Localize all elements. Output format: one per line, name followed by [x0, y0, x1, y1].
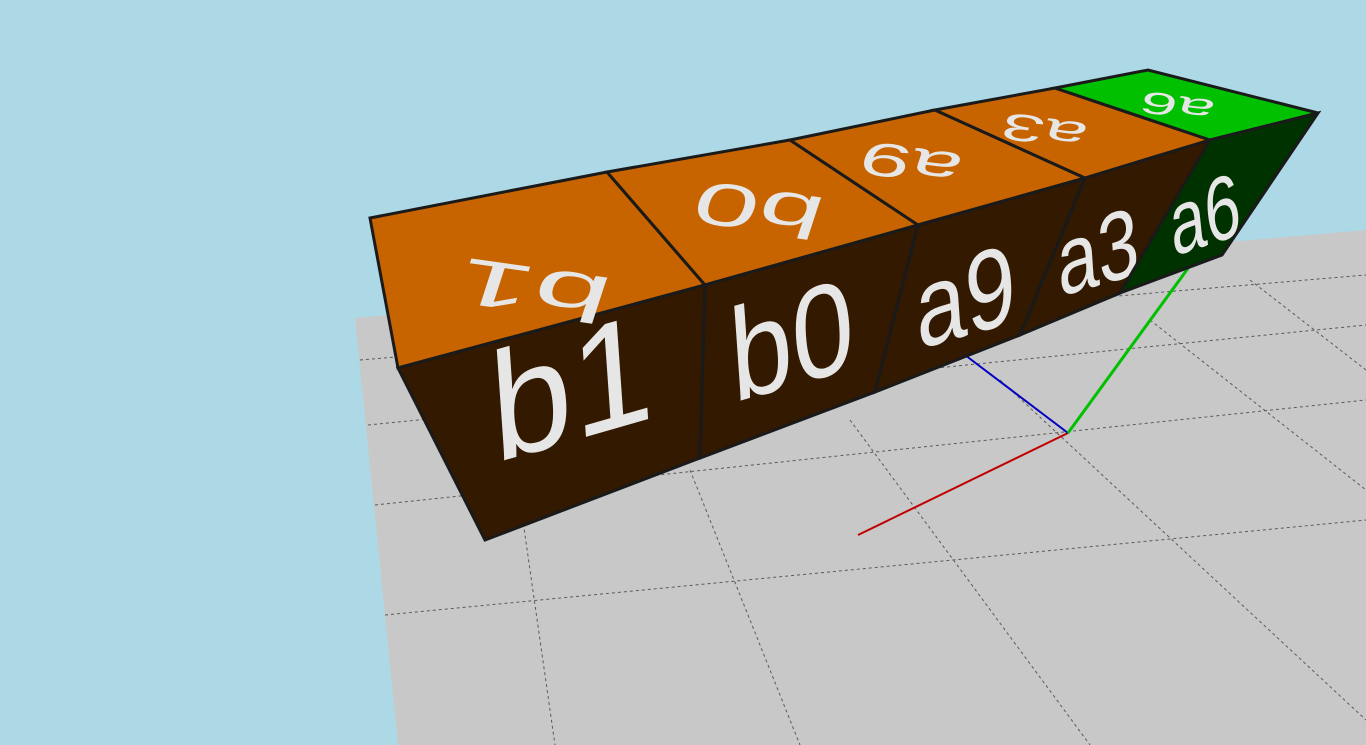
- cube-a3-side-label: a3: [1053, 187, 1142, 318]
- 3d-viewport[interactable]: b1 b1 b0 b0 a9 a9 a3 a3 a6 a6: [0, 0, 1366, 745]
